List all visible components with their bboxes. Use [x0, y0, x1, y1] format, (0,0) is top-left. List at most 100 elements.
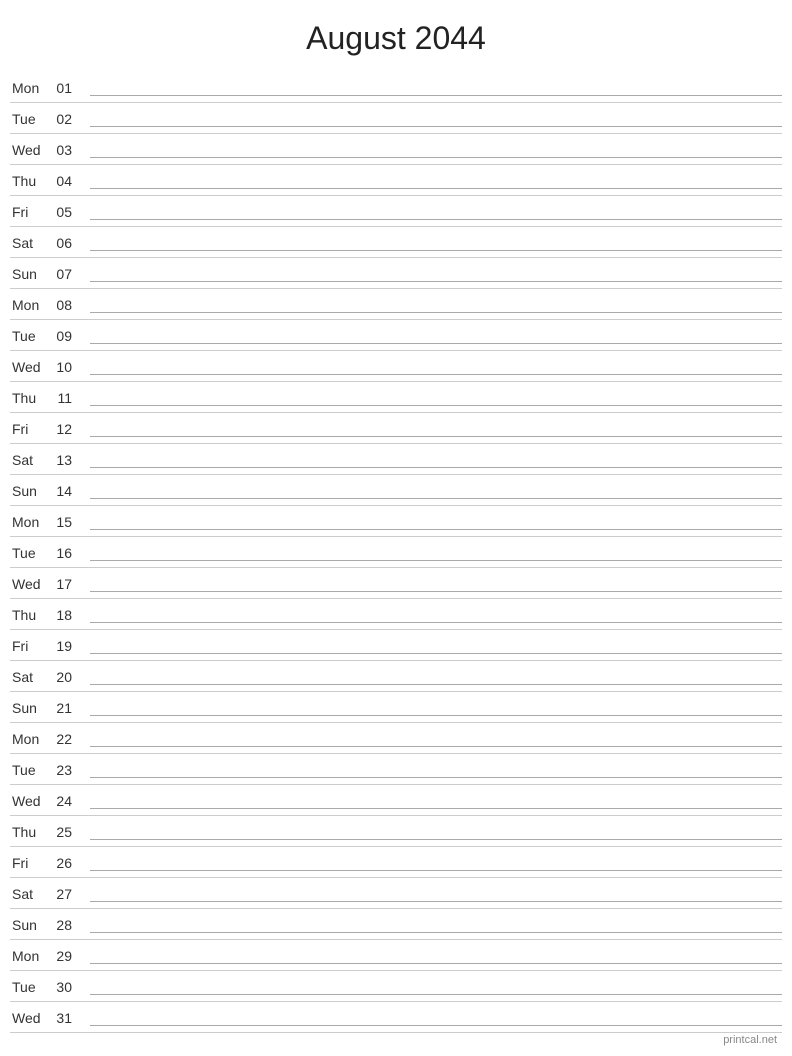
table-row: Sun14 — [10, 475, 782, 506]
day-line — [90, 95, 782, 96]
day-line — [90, 529, 782, 530]
day-number: 16 — [50, 545, 80, 561]
day-line — [90, 250, 782, 251]
table-row: Thu25 — [10, 816, 782, 847]
table-row: Wed31 — [10, 1002, 782, 1033]
day-name: Tue — [10, 762, 50, 778]
day-number: 10 — [50, 359, 80, 375]
day-number: 22 — [50, 731, 80, 747]
day-number: 30 — [50, 979, 80, 995]
day-number: 09 — [50, 328, 80, 344]
day-number: 03 — [50, 142, 80, 158]
day-name: Mon — [10, 80, 50, 96]
day-line — [90, 994, 782, 995]
day-line — [90, 591, 782, 592]
day-line — [90, 343, 782, 344]
day-name: Sun — [10, 483, 50, 499]
table-row: Tue30 — [10, 971, 782, 1002]
table-row: Sun21 — [10, 692, 782, 723]
day-number: 25 — [50, 824, 80, 840]
day-name: Tue — [10, 979, 50, 995]
day-number: 12 — [50, 421, 80, 437]
day-number: 29 — [50, 948, 80, 964]
day-name: Sat — [10, 452, 50, 468]
day-name: Mon — [10, 514, 50, 530]
day-name: Mon — [10, 731, 50, 747]
day-name: Sun — [10, 266, 50, 282]
day-line — [90, 281, 782, 282]
day-line — [90, 746, 782, 747]
day-number: 01 — [50, 80, 80, 96]
day-name: Thu — [10, 173, 50, 189]
day-line — [90, 808, 782, 809]
day-line — [90, 498, 782, 499]
day-name: Thu — [10, 607, 50, 623]
day-number: 14 — [50, 483, 80, 499]
day-line — [90, 1025, 782, 1026]
day-line — [90, 219, 782, 220]
page-title: August 2044 — [0, 0, 792, 72]
table-row: Wed24 — [10, 785, 782, 816]
table-row: Thu18 — [10, 599, 782, 630]
day-name: Wed — [10, 142, 50, 158]
day-name: Sun — [10, 700, 50, 716]
day-number: 07 — [50, 266, 80, 282]
table-row: Mon01 — [10, 72, 782, 103]
day-number: 24 — [50, 793, 80, 809]
table-row: Tue23 — [10, 754, 782, 785]
day-name: Sat — [10, 669, 50, 685]
table-row: Sat06 — [10, 227, 782, 258]
day-line — [90, 467, 782, 468]
day-name: Thu — [10, 824, 50, 840]
table-row: Sun28 — [10, 909, 782, 940]
day-name: Wed — [10, 793, 50, 809]
day-name: Sat — [10, 235, 50, 251]
table-row: Mon29 — [10, 940, 782, 971]
day-line — [90, 126, 782, 127]
calendar-container: Mon01Tue02Wed03Thu04Fri05Sat06Sun07Mon08… — [0, 72, 792, 1033]
day-line — [90, 374, 782, 375]
day-line — [90, 436, 782, 437]
day-number: 11 — [50, 390, 80, 406]
day-line — [90, 715, 782, 716]
day-number: 04 — [50, 173, 80, 189]
day-name: Fri — [10, 421, 50, 437]
table-row: Thu04 — [10, 165, 782, 196]
day-name: Thu — [10, 390, 50, 406]
day-number: 06 — [50, 235, 80, 251]
day-line — [90, 405, 782, 406]
day-number: 20 — [50, 669, 80, 685]
day-line — [90, 963, 782, 964]
table-row: Tue02 — [10, 103, 782, 134]
day-name: Sat — [10, 886, 50, 902]
day-number: 26 — [50, 855, 80, 871]
day-number: 27 — [50, 886, 80, 902]
day-number: 17 — [50, 576, 80, 592]
day-name: Tue — [10, 111, 50, 127]
table-row: Mon08 — [10, 289, 782, 320]
day-name: Tue — [10, 545, 50, 561]
day-number: 15 — [50, 514, 80, 530]
table-row: Tue09 — [10, 320, 782, 351]
day-line — [90, 901, 782, 902]
day-number: 08 — [50, 297, 80, 313]
day-number: 31 — [50, 1010, 80, 1026]
day-number: 21 — [50, 700, 80, 716]
table-row: Mon15 — [10, 506, 782, 537]
day-line — [90, 932, 782, 933]
table-row: Sat20 — [10, 661, 782, 692]
day-line — [90, 777, 782, 778]
day-line — [90, 839, 782, 840]
table-row: Fri19 — [10, 630, 782, 661]
table-row: Sat27 — [10, 878, 782, 909]
day-line — [90, 157, 782, 158]
day-line — [90, 560, 782, 561]
table-row: Fri05 — [10, 196, 782, 227]
day-number: 23 — [50, 762, 80, 778]
day-number: 28 — [50, 917, 80, 933]
table-row: Fri12 — [10, 413, 782, 444]
day-line — [90, 653, 782, 654]
table-row: Wed03 — [10, 134, 782, 165]
day-line — [90, 870, 782, 871]
day-number: 13 — [50, 452, 80, 468]
